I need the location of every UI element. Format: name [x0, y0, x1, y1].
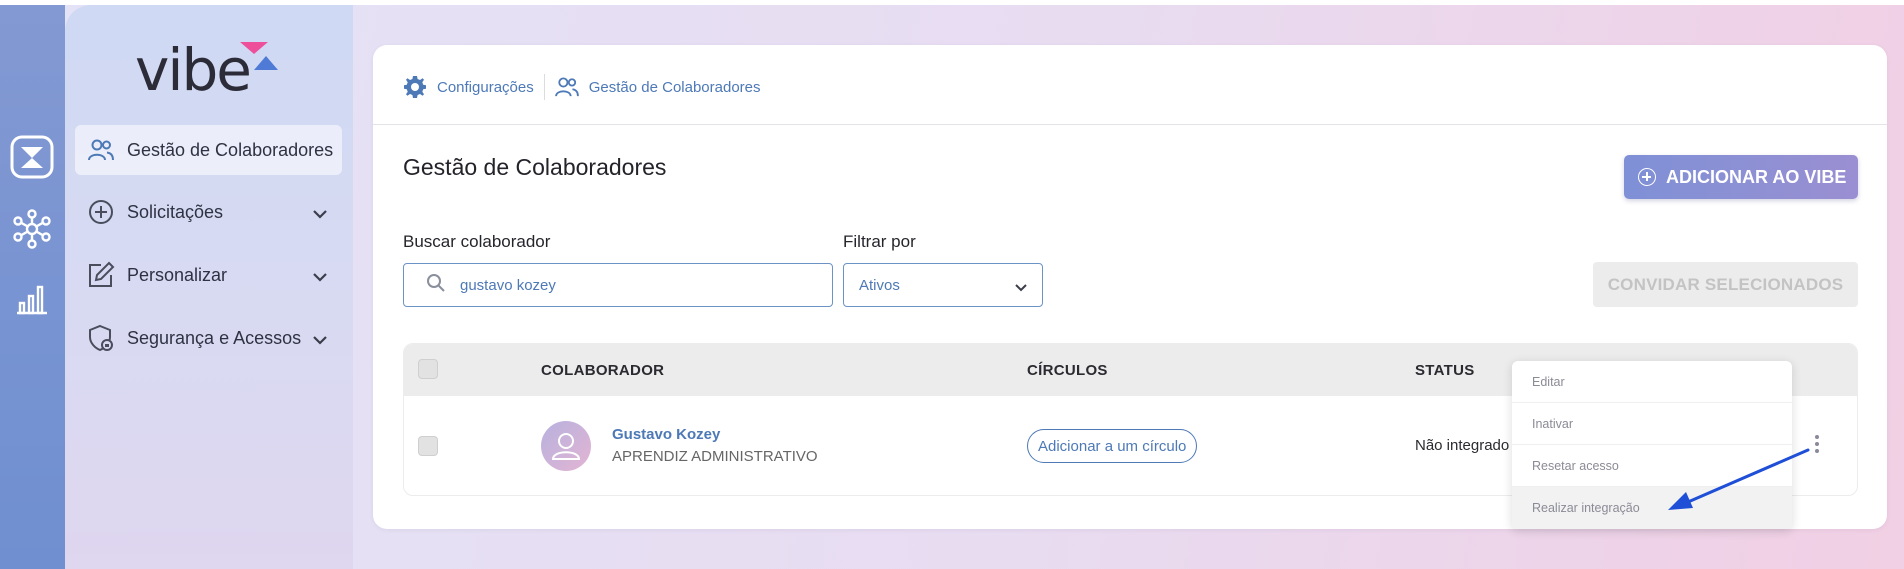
filter-select[interactable]: Ativos — [843, 263, 1043, 307]
vibe-logo[interactable]: vibe — [135, 35, 295, 105]
search-label: Buscar colaborador — [403, 232, 551, 251]
network-icon[interactable] — [8, 205, 56, 253]
avatar — [541, 421, 591, 471]
users-icon — [86, 135, 116, 165]
sidebar-item-label: Personalizar — [127, 264, 228, 285]
logo-mark-icon — [240, 42, 278, 70]
search-icon — [426, 273, 446, 298]
menu-item-editar[interactable]: Editar — [1512, 361, 1792, 403]
menu-item-resetar-acesso[interactable]: Resetar acesso — [1512, 445, 1792, 487]
plus-circle-icon — [86, 197, 116, 227]
user-placeholder-icon — [551, 433, 581, 460]
chevron-down-icon[interactable] — [312, 266, 328, 287]
chevron-down-icon[interactable] — [312, 203, 328, 224]
sidebar-item-solicitacoes[interactable]: Solicitações — [75, 187, 342, 237]
breadcrumb-gestao[interactable]: Gestão de Colaboradores — [589, 79, 761, 96]
row-actions-menu: Editar Inativar Resetar acesso Realizar … — [1512, 361, 1792, 529]
filter-label: Filtrar por — [843, 232, 916, 251]
menu-item-realizar-integracao[interactable]: Realizar integração — [1512, 487, 1792, 529]
logo-text: vibe — [135, 36, 252, 104]
sidebar: vibe Gestão de Colaboradores Solicitaçõe… — [65, 5, 353, 569]
collaborator-name[interactable]: Gustavo Kozey — [612, 426, 720, 443]
breadcrumb: Configurações Gestão de Colaboradores — [403, 69, 761, 105]
status-text: Não integrado — [1415, 437, 1510, 454]
sidebar-item-label: Solicitações — [127, 201, 224, 222]
sidebar-item-label: Segurança e Acessos — [127, 327, 302, 348]
search-input[interactable] — [460, 276, 790, 294]
menu-item-inativar[interactable]: Inativar — [1512, 403, 1792, 445]
plus-circle-icon — [1638, 168, 1656, 186]
vibe-hourglass-icon[interactable] — [8, 133, 56, 181]
column-header-circulos: CÍRCULOS — [1027, 362, 1108, 379]
users-icon — [554, 77, 579, 97]
gear-icon — [403, 75, 427, 99]
add-to-vibe-button[interactable]: ADICIONAR AO VIBE — [1624, 155, 1858, 199]
bar-chart-icon[interactable] — [8, 275, 56, 323]
filter-selected-value: Ativos — [859, 276, 900, 294]
app-rail — [0, 5, 65, 569]
chevron-down-icon[interactable] — [312, 329, 328, 350]
card-divider — [373, 124, 1887, 125]
column-header-status: STATUS — [1415, 362, 1475, 379]
shield-lock-icon — [86, 323, 116, 353]
sidebar-item-seguranca[interactable]: Segurança e Acessos — [75, 313, 342, 363]
add-to-vibe-label: ADICIONAR AO VIBE — [1666, 166, 1847, 187]
chevron-down-icon — [1014, 279, 1028, 296]
sidebar-item-personalizar[interactable]: Personalizar — [75, 250, 342, 300]
select-all-checkbox[interactable] — [418, 359, 438, 379]
sidebar-item-gestao[interactable]: Gestão de Colaboradores — [75, 125, 342, 175]
search-field[interactable] — [403, 263, 833, 307]
row-checkbox[interactable] — [418, 436, 438, 456]
breadcrumb-configuracoes[interactable]: Configurações — [437, 79, 534, 96]
edit-icon — [86, 260, 116, 290]
row-actions-kebab-icon[interactable] — [1812, 433, 1822, 461]
collaborator-role: APRENDIZ ADMINISTRATIVO — [612, 448, 818, 465]
column-header-colaborador: COLABORADOR — [541, 362, 665, 379]
page-title: Gestão de Colaboradores — [403, 154, 667, 180]
add-to-circle-button[interactable]: Adicionar a um círculo — [1027, 429, 1198, 463]
sidebar-item-label: Gestão de Colaboradores — [127, 139, 334, 160]
invite-selected-button[interactable]: CONVIDAR SELECIONADOS — [1593, 262, 1858, 307]
breadcrumb-separator — [543, 74, 545, 100]
